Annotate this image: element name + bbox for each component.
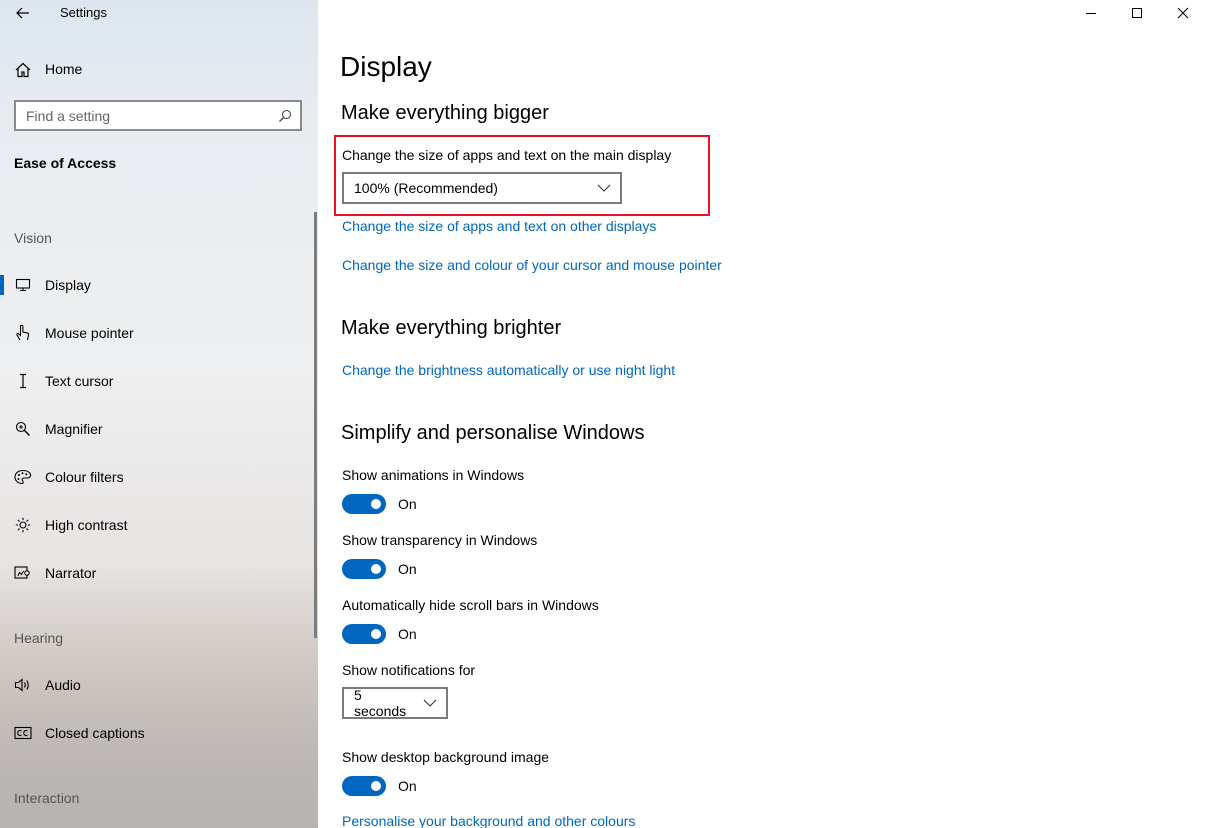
sidebar-item-label: Magnifier [45, 421, 103, 437]
scale-dropdown-value: 100% (Recommended) [354, 180, 498, 196]
sidebar-item-narrator[interactable]: Narrator [0, 553, 312, 593]
notifications-dropdown-value: 5 seconds [354, 687, 407, 719]
chevron-down-icon [414, 699, 446, 707]
sidebar-item-colour-filters[interactable]: Colour filters [0, 457, 312, 497]
app-title: Settings [60, 5, 107, 20]
group-header-vision: Vision [14, 230, 52, 246]
group-header-hearing: Hearing [14, 630, 64, 646]
sidebar-item-high-contrast[interactable]: High contrast [0, 505, 312, 545]
page-title: Display [340, 51, 432, 82]
sidebar-item-magnifier[interactable]: Magnifier [0, 409, 312, 449]
scrollbars-toggle-row: On [342, 624, 417, 644]
main-content: Display Make everything bigger Change th… [318, 0, 1206, 828]
sidebar-item-display[interactable]: Display [0, 265, 312, 305]
section-title: Ease of Access [14, 155, 117, 171]
scale-dropdown[interactable]: 100% (Recommended) [342, 172, 622, 204]
transparency-label: Show transparency in Windows [342, 532, 538, 548]
search-icon[interactable] [270, 102, 300, 129]
link-other-displays[interactable]: Change the size of apps and text on othe… [342, 218, 656, 234]
minimize-icon [1086, 13, 1096, 14]
toggle-knob [371, 564, 381, 574]
sidebar-item-closed-captions[interactable]: Closed captions [0, 713, 312, 753]
size-label: Change the size of apps and text on the … [342, 147, 672, 163]
home-label: Home [45, 61, 83, 77]
animations-state: On [398, 496, 417, 512]
scrollbars-state: On [398, 626, 417, 642]
animations-toggle-row: On [342, 494, 417, 514]
notifications-dropdown[interactable]: 5 seconds [342, 687, 448, 719]
selection-indicator [0, 275, 4, 295]
sidebar-item-label: Narrator [45, 565, 97, 581]
link-brightness[interactable]: Change the brightness automatically or u… [342, 362, 675, 378]
sidebar-item-home[interactable]: Home [0, 55, 318, 83]
background-toggle[interactable] [342, 776, 386, 796]
scrollbars-toggle[interactable] [342, 624, 386, 644]
narrator-icon [14, 564, 32, 582]
animations-toggle[interactable] [342, 494, 386, 514]
background-label: Show desktop background image [342, 749, 550, 765]
search-box [14, 100, 302, 131]
sidebar-item-label: Display [45, 277, 91, 293]
link-cursor-size[interactable]: Change the size and colour of your curso… [342, 257, 722, 273]
sidebar-scrollbar[interactable] [314, 212, 317, 638]
back-button[interactable] [10, 2, 36, 24]
minimize-button[interactable] [1068, 0, 1114, 26]
titlebar-left: Settings [0, 0, 318, 26]
sidebar-item-label: Closed captions [45, 725, 145, 741]
animations-label: Show animations in Windows [342, 467, 525, 483]
text-cursor-icon [14, 372, 32, 390]
sidebar: Settings Home Ease of Access Vision Disp… [0, 0, 318, 828]
heading-make-brighter: Make everything brighter [341, 317, 562, 339]
monitor-icon [14, 276, 32, 294]
toggle-knob [371, 781, 381, 791]
sidebar-item-label: High contrast [45, 517, 128, 533]
sidebar-item-text-cursor[interactable]: Text cursor [0, 361, 312, 401]
chevron-down-icon [588, 184, 620, 192]
maximize-icon [1132, 8, 1142, 18]
sidebar-item-label: Mouse pointer [45, 325, 134, 341]
group-header-interaction: Interaction [14, 790, 80, 806]
back-arrow-icon [16, 7, 29, 19]
magnifier-icon [14, 420, 32, 438]
sidebar-item-label: Text cursor [45, 373, 114, 389]
transparency-toggle-row: On [342, 559, 417, 579]
search-input[interactable] [16, 102, 270, 129]
sidebar-item-label: Audio [45, 677, 81, 693]
maximize-button[interactable] [1114, 0, 1160, 26]
heading-make-bigger: Make everything bigger [341, 102, 549, 124]
toggle-knob [371, 499, 381, 509]
toggle-knob [371, 629, 381, 639]
transparency-state: On [398, 561, 417, 577]
scrollbars-label: Automatically hide scroll bars in Window… [342, 597, 599, 613]
sidebar-item-audio[interactable]: Audio [0, 665, 312, 705]
home-icon [15, 62, 31, 78]
window-controls [1068, 0, 1206, 26]
closed-captions-icon [14, 724, 32, 742]
background-toggle-row: On [342, 776, 417, 796]
background-state: On [398, 778, 417, 794]
mouse-pointer-icon [14, 324, 32, 342]
close-button[interactable] [1160, 0, 1206, 26]
heading-simplify: Simplify and personalise Windows [341, 422, 645, 444]
colour-filters-icon [14, 468, 32, 486]
high-contrast-icon [14, 516, 32, 534]
close-icon [1177, 7, 1189, 19]
sidebar-item-label: Colour filters [45, 469, 124, 485]
audio-icon [14, 676, 32, 694]
notifications-label: Show notifications for [342, 662, 476, 678]
link-personalise[interactable]: Personalise your background and other co… [342, 813, 635, 828]
transparency-toggle[interactable] [342, 559, 386, 579]
sidebar-item-mouse-pointer[interactable]: Mouse pointer [0, 313, 312, 353]
